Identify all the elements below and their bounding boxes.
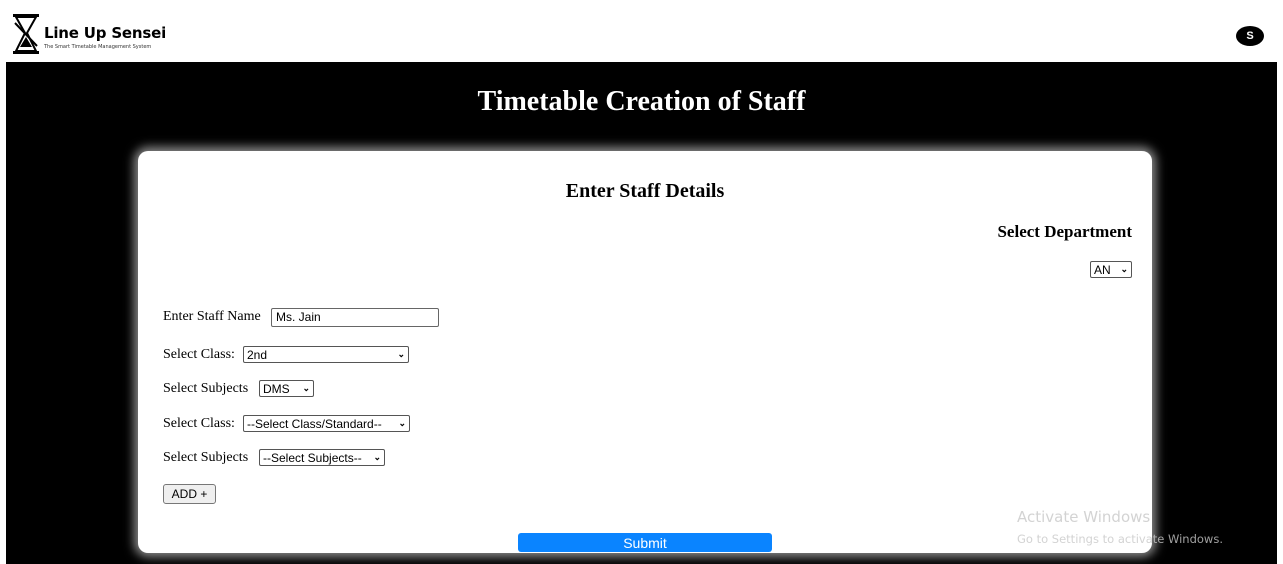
- class-select-2[interactable]: --Select Class/Standard-- ⌄: [243, 415, 410, 432]
- staff-name-input[interactable]: Ms. Jain: [271, 308, 439, 327]
- activate-windows-subtitle: Go to Settings to activate Windows.: [1017, 532, 1223, 546]
- class-label-2: Select Class:: [163, 416, 235, 431]
- add-button[interactable]: ADD +: [163, 484, 216, 504]
- subjects-label-1: Select Subjects: [163, 381, 249, 396]
- hourglass-icon: [13, 14, 39, 54]
- subjects-select-1-value: DMS: [263, 381, 290, 396]
- brand-tagline: The Smart Timetable Management System: [44, 44, 152, 50]
- staff-name-label: Enter Staff Name: [163, 309, 261, 324]
- class-label-1: Select Class:: [163, 347, 235, 362]
- brand-name: Line Up Sensei: [44, 24, 167, 42]
- class-select-1-value: 2nd: [247, 347, 268, 362]
- department-select-value: AN: [1094, 262, 1111, 277]
- subjects-select-2[interactable]: --Select Subjects-- ⌄: [259, 449, 385, 466]
- user-avatar[interactable]: S: [1236, 26, 1264, 46]
- activate-windows-title: Activate Windows: [1017, 508, 1151, 526]
- staff-details-card: Enter Staff Details Select Department AN…: [138, 151, 1152, 553]
- page-frame: Line Up Sensei The Smart Timetable Manag…: [6, 6, 1277, 564]
- chevron-down-icon: ⌄: [397, 349, 405, 359]
- subjects-select-2-value: --Select Subjects--: [263, 450, 362, 465]
- chevron-down-icon: ⌄: [1120, 264, 1128, 274]
- chevron-down-icon: ⌄: [302, 383, 310, 393]
- chevron-down-icon: ⌄: [373, 452, 381, 462]
- submit-button[interactable]: Submit: [518, 533, 772, 552]
- class-select-2-value: --Select Class/Standard--: [247, 416, 382, 431]
- subjects-select-1[interactable]: DMS ⌄: [259, 380, 314, 397]
- class-select-1[interactable]: 2nd ⌄: [243, 346, 409, 363]
- top-navbar: Line Up Sensei The Smart Timetable Manag…: [6, 6, 1277, 62]
- page-title: Timetable Creation of Staff: [477, 86, 806, 117]
- department-label: Select Department: [997, 222, 1132, 241]
- subjects-label-2: Select Subjects: [163, 450, 249, 465]
- form-title: Enter Staff Details: [565, 180, 725, 202]
- chevron-down-icon: ⌄: [398, 418, 406, 428]
- department-select[interactable]: AN ⌄: [1090, 261, 1132, 278]
